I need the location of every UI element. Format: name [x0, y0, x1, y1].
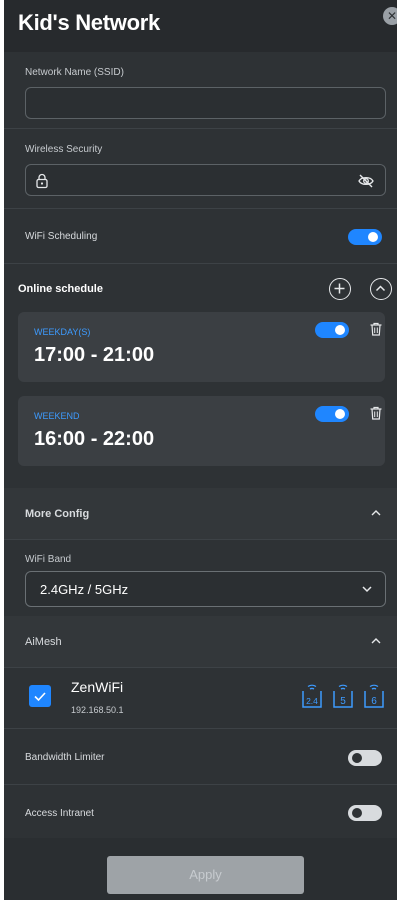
schedule-type: WEEKDAY(S)	[34, 327, 91, 337]
trash-icon[interactable]	[369, 322, 383, 336]
wifi-scheduling-toggle[interactable]	[348, 229, 382, 245]
collapse-schedule-button[interactable]	[370, 278, 392, 300]
add-schedule-button[interactable]	[329, 278, 351, 300]
wifi-scheduling-label: WiFi Scheduling	[25, 231, 98, 242]
trash-icon[interactable]	[369, 406, 383, 420]
bandwidth-limiter-label: Bandwidth Limiter	[25, 752, 105, 763]
ssid-input[interactable]	[25, 87, 386, 119]
panel-header: Kid's Network ✕	[4, 0, 397, 52]
device-ip: 192.168.50.1	[71, 705, 124, 715]
online-schedule-title: Online schedule	[18, 283, 103, 295]
chevron-up-icon	[371, 510, 381, 516]
schedule-type: WEEKEND	[34, 411, 80, 421]
eye-off-icon[interactable]	[357, 173, 375, 189]
schedule-weekend-toggle[interactable]	[315, 406, 349, 422]
plus-icon	[334, 283, 345, 294]
schedule-weekday-toggle[interactable]	[315, 322, 349, 338]
band-label: 5	[340, 696, 346, 707]
device-name: ZenWiFi	[71, 679, 124, 695]
wifi-scheduling-row: WiFi Scheduling	[4, 209, 397, 264]
wifi-band-section: WiFi Band 2.4GHz / 5GHz	[4, 540, 397, 620]
security-password-input[interactable]	[25, 164, 386, 196]
schedule-card-weekend[interactable]: WEEKEND 16:00 - 22:00	[18, 396, 385, 466]
band-label: 2.4	[306, 696, 318, 706]
close-icon[interactable]: ✕	[383, 7, 397, 25]
kids-network-panel: Kid's Network ✕ Network Name (SSID) Wire…	[4, 0, 397, 900]
aimesh-device-checkbox[interactable]	[29, 685, 51, 707]
bandwidth-limiter-row: Bandwidth Limiter	[4, 729, 397, 785]
ssid-label: Network Name (SSID)	[25, 67, 124, 78]
chevron-up-icon	[371, 638, 381, 644]
more-config-title: More Config	[25, 508, 90, 520]
access-intranet-label: Access Intranet	[25, 808, 94, 819]
bandwidth-limiter-toggle[interactable]	[348, 750, 382, 766]
chevron-down-icon	[362, 586, 372, 593]
aimesh-header[interactable]: AiMesh	[4, 616, 397, 668]
aimesh-title: AiMesh	[25, 636, 62, 648]
access-intranet-toggle[interactable]	[348, 805, 382, 821]
security-label: Wireless Security	[25, 144, 103, 155]
checkmark-icon	[34, 692, 46, 702]
lock-icon	[36, 173, 48, 189]
schedule-time: 16:00 - 22:00	[34, 428, 155, 450]
page-title: Kid's Network	[18, 10, 160, 35]
band-2-4ghz-icon: 2.4	[302, 684, 322, 708]
band-label: 6	[371, 696, 377, 707]
security-section: Wireless Security	[4, 129, 397, 209]
ssid-section: Network Name (SSID)	[4, 52, 397, 129]
more-config-header[interactable]: More Config	[4, 488, 397, 540]
wifi-band-select[interactable]: 2.4GHz / 5GHz	[25, 571, 386, 607]
schedule-time: 17:00 - 21:00	[34, 344, 155, 366]
wifi-band-value: 2.4GHz / 5GHz	[40, 582, 129, 597]
access-intranet-row: Access Intranet	[4, 785, 397, 841]
apply-button[interactable]: Apply	[107, 856, 304, 894]
band-5ghz-icon: 5	[333, 684, 353, 708]
chevron-up-icon	[375, 285, 386, 292]
band-6ghz-icon: 6	[364, 684, 384, 708]
wifi-band-label: WiFi Band	[25, 554, 72, 565]
schedule-card-weekday[interactable]: WEEKDAY(S) 17:00 - 21:00	[18, 312, 385, 382]
